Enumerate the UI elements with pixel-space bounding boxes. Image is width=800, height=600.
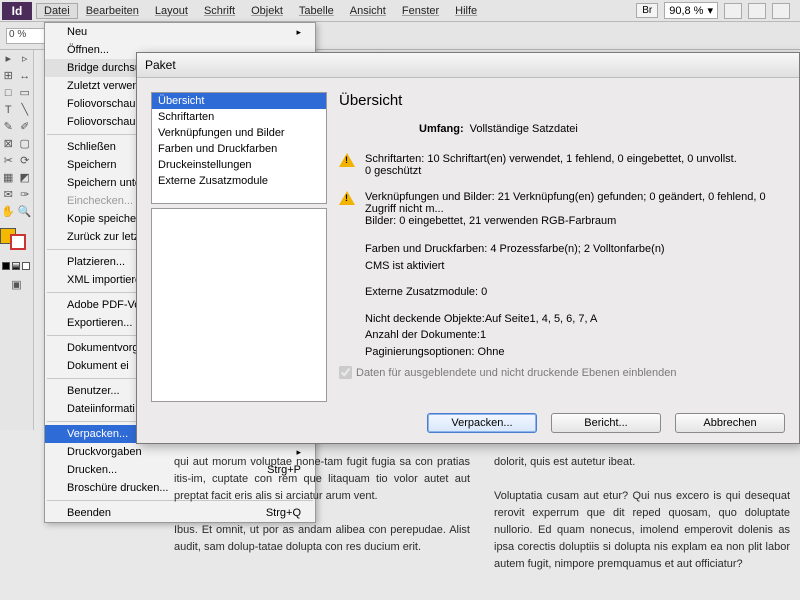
warning-icon: [339, 153, 355, 169]
apply-gradient-icon[interactable]: [12, 262, 20, 270]
apply-color-icon[interactable]: [2, 262, 10, 270]
package-dialog: Paket Übersicht Schriftarten Verknüpfung…: [136, 52, 800, 444]
info-farben: Farben und Druckfarben: 4 Prozessfarbe(n…: [365, 241, 785, 258]
fill-stroke-swatch[interactable]: [0, 228, 33, 250]
hidden-layers-label: Daten für ausgeblendete und nicht drucke…: [356, 367, 676, 379]
workspace-icon[interactable]: [772, 3, 790, 19]
line-tool[interactable]: ╲: [17, 101, 34, 118]
document-text: qui aut morum voluptae none-tam fugit fu…: [170, 450, 794, 577]
menu-neu[interactable]: Neu: [45, 23, 315, 41]
bridge-shortcut[interactable]: Br: [636, 3, 658, 18]
scissors-tool[interactable]: ✂: [0, 152, 17, 169]
menu-datei[interactable]: Datei: [36, 3, 78, 19]
list-item[interactable]: Übersicht: [152, 93, 326, 109]
note-tool[interactable]: ✉: [0, 186, 17, 203]
list-item[interactable]: Schriftarten: [152, 109, 326, 125]
dropdown-arrow-icon: ▾: [707, 4, 713, 17]
eyedropper-tool[interactable]: ✑: [17, 186, 34, 203]
hand-tool[interactable]: ✋: [0, 203, 17, 220]
frame-tool[interactable]: ⊠: [0, 135, 17, 152]
section-heading: Übersicht: [339, 92, 785, 109]
transform-tool[interactable]: ⟳: [17, 152, 34, 169]
tool-panel: ▸▹ ⊞↔ □▭ T╲ ✎✐ ⊠▢ ✂⟳ ▦◩ ✉✑ ✋🔍 ▣: [0, 50, 34, 430]
selection-tool[interactable]: ▸: [0, 50, 17, 67]
menu-bearbeiten[interactable]: Bearbeiten: [78, 3, 147, 19]
app-icon: Id: [2, 2, 32, 20]
menubar: Id Datei Bearbeiten Layout Schrift Objek…: [0, 0, 800, 22]
body-text: qui aut morum voluptae none-tam fugit fu…: [174, 456, 470, 502]
cancel-button[interactable]: Abbrechen: [675, 413, 785, 433]
report-button[interactable]: Bericht...: [551, 413, 661, 433]
rect-tool[interactable]: ▢: [17, 135, 34, 152]
arrange-icon[interactable]: [748, 3, 766, 19]
menu-fenster[interactable]: Fenster: [394, 3, 447, 19]
gradient-tool[interactable]: ▦: [0, 169, 17, 186]
list-item[interactable]: Druckeinstellungen: [152, 157, 326, 173]
menu-layout[interactable]: Layout: [147, 3, 196, 19]
screen-mode-icon[interactable]: [724, 3, 742, 19]
body-text: Ibus. Et omnit, ut por as andam alibea c…: [174, 524, 470, 553]
list-item[interactable]: Verknüpfungen und Bilder: [152, 125, 326, 141]
menu-ansicht[interactable]: Ansicht: [342, 3, 394, 19]
gradient-swatch-tool[interactable]: ◩: [17, 169, 34, 186]
list-item[interactable]: Externe Zusatzmodule: [152, 173, 326, 189]
apply-none-icon[interactable]: [22, 262, 30, 270]
zoom-field[interactable]: 90,8 % ▾: [664, 2, 718, 19]
zoom-value: 90,8 %: [669, 5, 703, 17]
type-tool[interactable]: T: [0, 101, 17, 118]
info-nd: Nicht deckende Objekte:Auf Seite1, 4, 5,…: [365, 311, 785, 328]
menu-schrift[interactable]: Schrift: [196, 3, 243, 19]
menu-objekt[interactable]: Objekt: [243, 3, 291, 19]
dialog-title: Paket: [137, 53, 799, 78]
warning-icon: [339, 191, 355, 207]
umfang-value: Vollständige Satzdatei: [470, 123, 578, 135]
detail-listbox: [151, 208, 327, 402]
menu-tabelle[interactable]: Tabelle: [291, 3, 342, 19]
umfang-label: Umfang:: [419, 123, 464, 135]
pencil-tool[interactable]: ✐: [17, 118, 34, 135]
body-text: dolorit, quis est autetur ibeat.: [494, 456, 635, 468]
list-item[interactable]: Farben und Druckfarben: [152, 141, 326, 157]
hidden-layers-checkbox: [339, 366, 352, 379]
warning-links: Verknüpfungen und Bilder: 21 Verknüpfung…: [365, 191, 785, 215]
body-text: Voluptatia cusam aut etur? Qui nus excer…: [494, 490, 790, 570]
warning-fonts-2: 0 geschützt: [365, 165, 737, 177]
content-tool-2[interactable]: ▭: [17, 84, 34, 101]
package-button[interactable]: Verpacken...: [427, 413, 537, 433]
info-pag: Paginierungsoptionen: Ohne: [365, 344, 785, 361]
pen-tool[interactable]: ✎: [0, 118, 17, 135]
zoom-tool[interactable]: 🔍: [17, 203, 34, 220]
gap-tool[interactable]: ↔: [17, 67, 34, 84]
menu-hilfe[interactable]: Hilfe: [447, 3, 485, 19]
category-listbox[interactable]: Übersicht Schriftarten Verknüpfungen und…: [151, 92, 327, 204]
stroke-swatch[interactable]: [10, 234, 26, 250]
direct-selection-tool[interactable]: ▹: [17, 50, 34, 67]
warning-links-2: Bilder: 0 eingebettet, 21 verwenden RGB-…: [365, 215, 785, 227]
info-anz: Anzahl der Dokumente:1: [365, 327, 785, 344]
content-tool[interactable]: □: [0, 84, 17, 101]
view-mode-tool[interactable]: ▣: [0, 276, 33, 293]
page-tool[interactable]: ⊞: [0, 67, 17, 84]
warning-fonts: Schriftarten: 10 Schriftart(en) verwende…: [365, 153, 737, 165]
info-ext: Externe Zusatzmodule: 0: [365, 284, 785, 301]
info-cms: CMS ist aktiviert: [365, 258, 785, 275]
